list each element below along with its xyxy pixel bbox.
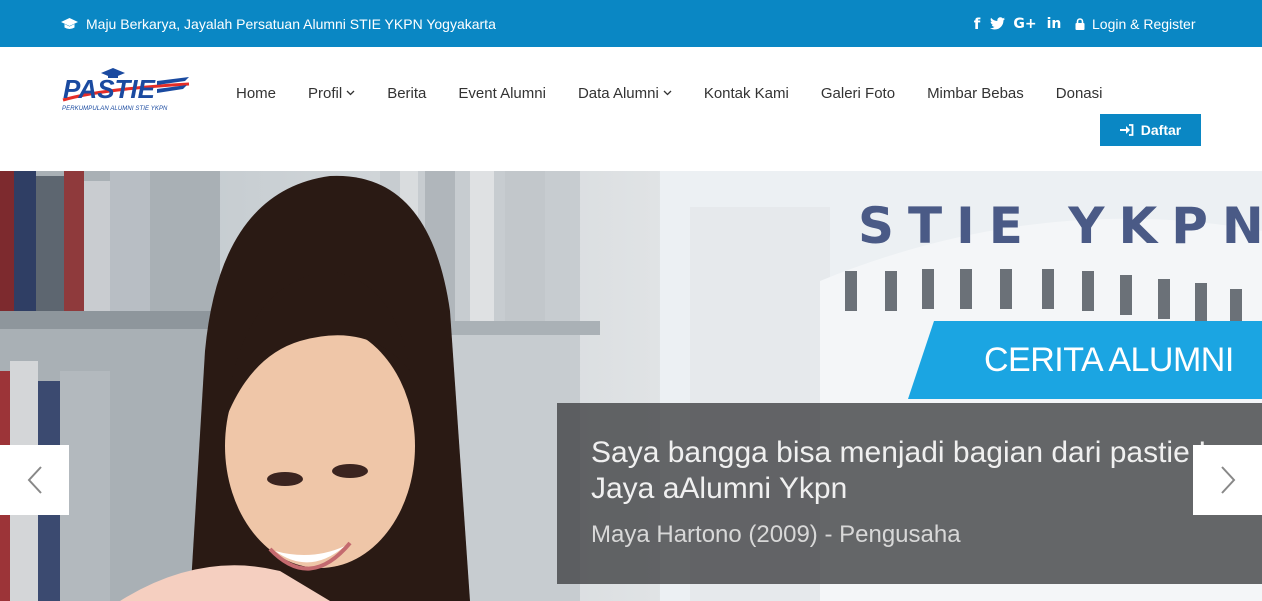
tagline: Maju Berkarya, Jayalah Persatuan Alumni …: [61, 0, 496, 47]
chevron-down-icon: [663, 90, 672, 96]
chevron-left-icon: [27, 466, 42, 494]
quote-line-1: Saya bangga bisa menjadi bagian dari pas…: [591, 436, 1207, 469]
social-links: f G+ in: [970, 0, 1068, 47]
chevron-down-icon: [346, 90, 355, 96]
facebook-icon[interactable]: f: [970, 15, 984, 33]
tagline-text: Maju Berkarya, Jayalah Persatuan Alumni …: [86, 15, 496, 32]
testimonial-author: Maya Hartono (2009) - Pengusaha: [591, 521, 961, 548]
slider-prev-button[interactable]: [0, 445, 69, 515]
hero-slider: STIE YKPN CERITA ALUMNI Saya bangga bisa…: [0, 171, 1262, 601]
google-plus-icon[interactable]: G+: [1010, 16, 1040, 32]
nav-donasi-label: Donasi: [1055, 84, 1103, 102]
nav-menu: Home Profil Berita Event Alumni Data Alu…: [220, 81, 1118, 105]
nav-profil-label: Profil: [308, 84, 343, 102]
chevron-right-icon: [1220, 466, 1235, 494]
nav-data-alumni-label: Data Alumni: [577, 84, 659, 102]
nav-data-alumni[interactable]: Data Alumni: [562, 85, 688, 102]
nav-galeri-foto[interactable]: Galeri Foto: [805, 85, 911, 102]
pastie-logo[interactable]: PASTIE PERKUMPULAN ALUMNI STIE YKPN: [61, 67, 191, 115]
slider-next-button[interactable]: [1193, 445, 1262, 515]
nav-kontak-kami[interactable]: Kontak Kami: [688, 85, 805, 102]
nav-berita[interactable]: Berita: [371, 85, 442, 102]
nav-home-label: Home: [236, 84, 277, 102]
quote-line-2: Jaya aAlumni Ykpn: [591, 472, 848, 505]
testimonial-quote: Saya bangga bisa menjadi bagian dari pas…: [591, 435, 1262, 507]
nav-kontak-kami-label: Kontak Kami: [703, 84, 789, 102]
nav-mimbar-bebas-label: Mimbar Bebas: [927, 84, 1024, 102]
nav-berita-label: Berita: [387, 84, 427, 102]
nav-event-alumni[interactable]: Event Alumni: [442, 85, 562, 102]
logo-subtitle: PERKUMPULAN ALUMNI STIE YKPN: [62, 106, 168, 112]
linkedin-icon[interactable]: in: [1040, 16, 1068, 32]
login-register-label: Login & Register: [1092, 15, 1196, 32]
nav-profil[interactable]: Profil: [292, 85, 371, 102]
nav-mimbar-bebas[interactable]: Mimbar Bebas: [911, 85, 1040, 102]
daftar-label: Daftar: [1140, 122, 1182, 138]
logo-text: PASTIE: [63, 74, 156, 104]
cerita-alumni-title: CERITA ALUMNI: [984, 341, 1234, 379]
lock-icon: [1075, 17, 1085, 30]
nav-event-alumni-label: Event Alumni: [458, 84, 546, 102]
top-bar: Maju Berkarya, Jayalah Persatuan Alumni …: [0, 0, 1262, 47]
logo-mark: PASTIE: [62, 68, 190, 104]
main-navbar: PASTIE PERKUMPULAN ALUMNI STIE YKPN Home…: [0, 47, 1262, 171]
sign-in-icon: [1119, 124, 1134, 136]
building-sign: STIE YKPN: [858, 197, 1262, 255]
daftar-button[interactable]: Daftar: [1100, 114, 1201, 146]
nav-donasi[interactable]: Donasi: [1040, 85, 1119, 102]
login-register-link[interactable]: Login & Register: [1075, 0, 1196, 47]
nav-home[interactable]: Home: [220, 85, 292, 102]
twitter-icon[interactable]: [984, 17, 1010, 30]
nav-galeri-foto-label: Galeri Foto: [820, 84, 896, 102]
graduation-cap-icon: [61, 17, 78, 29]
